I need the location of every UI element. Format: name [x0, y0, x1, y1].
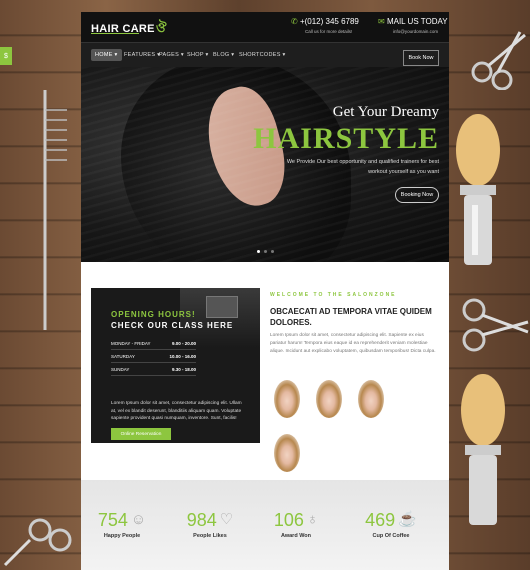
welcome-label: WELCOME TO THE SALONZONE	[270, 292, 397, 298]
swirl-icon: ঔ	[155, 20, 167, 35]
hours-row: SATURDAY 10.00 - 16.00	[111, 351, 196, 363]
hairstyle-thumbnail[interactable]	[274, 380, 300, 418]
nav-item-shop[interactable]: SHOP ▾	[187, 52, 209, 58]
stat-number: 469	[365, 510, 396, 530]
stat-number: 106	[273, 510, 304, 530]
hours-time: 9.30 - 18.00	[171, 367, 196, 372]
hairstyle-gallery	[274, 380, 414, 472]
phone-subtext: Call us for more details!	[305, 29, 353, 34]
hours-description: Lorem Ipsum dolor sit amet, consectetur …	[111, 401, 242, 422]
nav-item-shortcodes[interactable]: SHORTCODES ▾	[239, 52, 286, 58]
website-frame: HAIR CAREঔ ✆ +(012) 345 6789 Call us for…	[81, 12, 449, 570]
hours-day: SATURDAY	[111, 354, 135, 359]
stat-cup-of-coffee: 469 ☕ Cup Of Coffee	[351, 510, 431, 539]
welcome-title: OBCAECATI AD TEMPORA VITAE QUIDEM DOLORE…	[270, 307, 432, 327]
shaving-brush-icon	[461, 374, 505, 525]
nav-item-blog[interactable]: BLOG ▾	[213, 52, 234, 58]
hours-row: MONDAY - FRIDAY 9.00 - 20.00	[111, 338, 196, 350]
medal-icon: ♁	[306, 511, 319, 528]
booking-now-button[interactable]: Booking Now	[395, 187, 439, 203]
shaving-brush-icon	[456, 114, 500, 265]
hairstyle-thumbnail[interactable]	[358, 380, 384, 418]
stat-label: Happy People	[103, 533, 141, 539]
hours-day: SUNDAY	[111, 367, 130, 372]
stats-section: 754 ☺ Happy People 984 ♡ People Likes 106 ♁…	[81, 480, 449, 570]
logo-underline	[91, 33, 139, 34]
hours-time: 10.00 - 16.00	[169, 354, 196, 359]
scissors-icon	[462, 298, 529, 352]
stat-label: Cup Of Coffee	[372, 533, 410, 539]
nav-item-home[interactable]: HOME ▾	[91, 49, 122, 61]
phone-icon: ✆	[291, 17, 298, 26]
opening-hours-card: OPENING HOURS! CHECK OUR CLASS HERE MOND…	[91, 288, 260, 443]
scissors-icon	[471, 31, 526, 90]
hours-day: MONDAY - FRIDAY	[111, 341, 151, 346]
hero-slider: Get Your Dreamy HAIRSTYLE We Provide Our…	[81, 67, 449, 262]
slider-dot[interactable]	[257, 250, 260, 253]
mail-subtext: info@yourdomain.com	[393, 29, 439, 34]
info-section: OPENING HOURS! CHECK OUR CLASS HERE MOND…	[81, 262, 449, 472]
phone-number: +(012) 345 6789	[299, 17, 359, 26]
logo[interactable]: HAIR CAREঔ	[91, 19, 167, 40]
top-header: HAIR CAREঔ ✆ +(012) 345 6789 Call us for…	[81, 12, 449, 42]
nav-item-pages[interactable]: PAGES ▾	[159, 52, 184, 58]
envelope-icon: ✉	[378, 17, 385, 26]
hours-subtitle: CHECK OUR CLASS HERE	[111, 321, 234, 330]
online-reservation-button[interactable]: Online Reservation	[111, 428, 171, 440]
stat-label: People Likes	[193, 533, 227, 539]
wall-frames-image	[206, 296, 238, 318]
coffee-cup-icon: ☕	[398, 511, 417, 528]
hero-title: HAIRSTYLE	[253, 122, 439, 155]
hairstyle-thumbnail[interactable]	[274, 434, 300, 472]
stat-award-won: 106 ♁ Award Won	[266, 510, 326, 539]
mail-label: MAIL US TODAY	[386, 17, 448, 26]
hours-time: 9.00 - 20.00	[171, 341, 196, 346]
slider-dot[interactable]	[264, 250, 267, 253]
scissors-icon	[3, 518, 72, 567]
side-settings-tab[interactable]: $	[0, 47, 12, 65]
stat-number: 754	[97, 510, 128, 530]
stat-people-likes: 984 ♡ People Likes	[176, 510, 244, 539]
stat-label: Award Won	[280, 533, 312, 539]
stat-happy-people: 754 ☺ Happy People	[91, 510, 153, 539]
nav-item-features[interactable]: FEATURES ▾	[124, 52, 160, 58]
hero-subtitle: Get Your Dreamy	[332, 104, 439, 120]
slider-dot[interactable]	[271, 250, 274, 253]
slider-dots	[257, 250, 274, 253]
hours-title: OPENING HOURS!	[111, 310, 196, 319]
hero-description: We Provide Our best opportunity and qual…	[286, 159, 439, 176]
heart-icon: ♡	[219, 511, 234, 528]
hours-row: SUNDAY 9.30 - 18.00	[111, 364, 196, 376]
stat-number: 984	[186, 510, 217, 530]
phone-contact[interactable]: ✆ +(012) 345 6789	[291, 17, 359, 26]
hair-comb-icon	[43, 90, 67, 330]
smiley-icon: ☺	[130, 511, 147, 528]
hairstyle-thumbnail[interactable]	[316, 380, 342, 418]
book-now-button[interactable]: Book Now	[403, 50, 439, 66]
welcome-text: Lorem Ipsum dolor sit amet, consectetur …	[270, 333, 436, 355]
mail-contact[interactable]: ✉ MAIL US TODAY	[378, 17, 448, 26]
side-tab-label: $	[4, 52, 8, 60]
